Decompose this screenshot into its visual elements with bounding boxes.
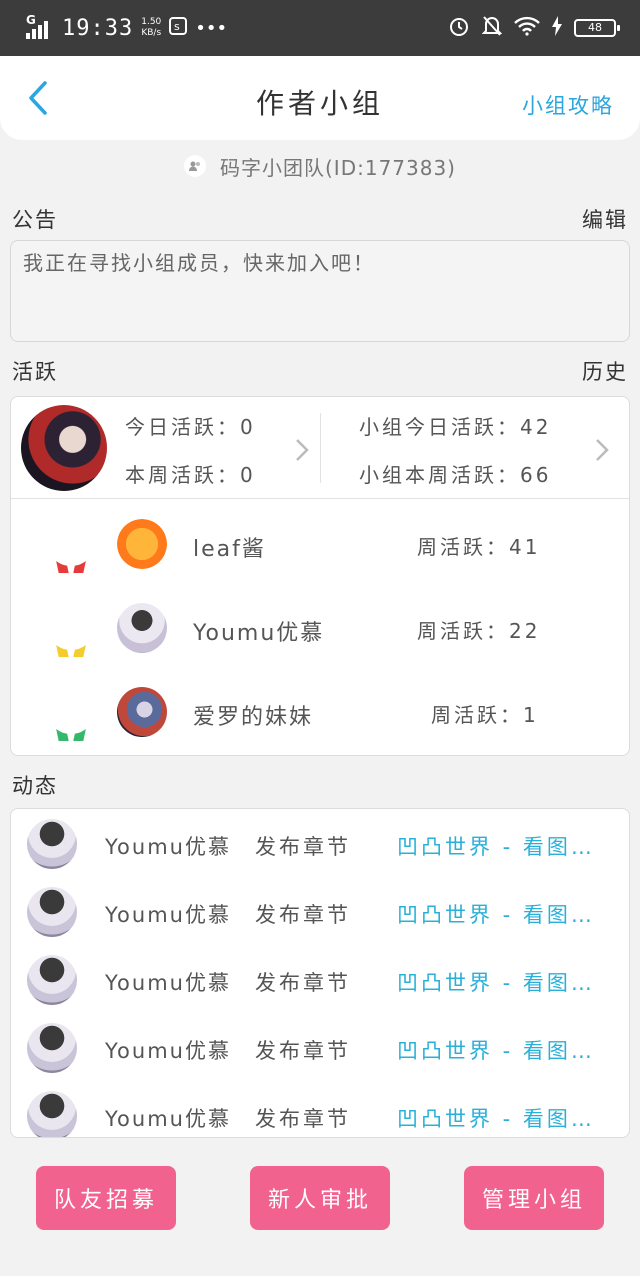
edit-notice-button[interactable]: 编辑	[582, 204, 628, 234]
avatar	[117, 687, 167, 737]
team-name: 码字小团队(ID:177383)	[220, 155, 456, 180]
feed-item[interactable]: Youmu优慕 发布章节 凹凸世界 - 看图…	[11, 1083, 629, 1137]
team-icon	[184, 155, 206, 177]
app-header: 作者小组 小组攻略	[0, 56, 640, 140]
team-info: 码字小团队(ID:177383)	[0, 152, 640, 180]
feed-item[interactable]: Youmu优慕 发布章节 凹凸世界 - 看图…	[11, 1015, 629, 1083]
avatar	[27, 819, 77, 869]
clock: 19:33	[62, 15, 134, 41]
activity-card: 今日活跃：0 本周活跃：0 小组今日活跃：42 小组本周活跃：66 1 leaf…	[10, 396, 630, 756]
mute-icon	[481, 15, 503, 42]
ranking-row-2[interactable]: 2 Youmu优慕 周活跃：22	[11, 599, 629, 659]
activity-label: 活跃	[12, 360, 58, 384]
member-weekly-activity: 周活跃：41	[417, 535, 541, 559]
rank-number: 3	[64, 694, 78, 719]
member-name: leaf酱	[193, 537, 266, 562]
notice-text: 我正在寻找小组成员，快来加入吧！	[10, 240, 630, 342]
medal-1-icon: 1	[49, 519, 93, 575]
more-notifications-icon: •••	[195, 17, 228, 39]
my-week-activity: 本周活跃：0	[125, 463, 256, 487]
status-right: 48	[448, 12, 620, 44]
feed-label: 动态	[12, 774, 58, 798]
net-speed: 1.50 KB/s	[141, 17, 161, 39]
medal-3-icon: 3	[49, 687, 93, 743]
notification-app-icon: s	[169, 16, 188, 40]
battery-icon: 48	[574, 19, 620, 37]
feed-user: Youmu优慕	[105, 1107, 231, 1131]
feed-chapter-link[interactable]: 凹凸世界 - 看图…	[397, 899, 595, 929]
charging-icon	[552, 15, 562, 41]
feed-user: Youmu优慕	[105, 1039, 231, 1063]
feed-chapter-link[interactable]: 凹凸世界 - 看图…	[397, 831, 595, 861]
group-week-activity: 小组本周活跃：66	[359, 463, 552, 487]
notice-label: 公告	[12, 208, 58, 232]
member-name: Youmu优慕	[193, 621, 325, 646]
avatar	[27, 955, 77, 1005]
feed-item[interactable]: Youmu优慕 发布章节 凹凸世界 - 看图…	[11, 947, 629, 1015]
rank-number: 1	[64, 526, 78, 551]
avatar	[117, 519, 167, 569]
feed-action: 发布章节	[255, 903, 351, 927]
member-weekly-activity: 周活跃：1	[431, 703, 539, 727]
feed-chapter-link[interactable]: 凹凸世界 - 看图…	[397, 1035, 595, 1065]
avatar	[117, 603, 167, 653]
divider	[320, 413, 321, 483]
approve-button[interactable]: 新人审批	[250, 1166, 390, 1230]
network-type: G	[26, 13, 36, 27]
member-name: 爱罗的妹妹	[193, 705, 314, 730]
ranking-row-3[interactable]: 3 爱罗的妹妹 周活跃：1	[11, 683, 629, 743]
battery-level: 48	[588, 21, 602, 34]
avatar	[27, 1023, 77, 1073]
feed-action: 发布章节	[255, 1039, 351, 1063]
net-speed-value: 1.50	[141, 17, 162, 27]
feed-chapter-link[interactable]: 凹凸世界 - 看图…	[397, 1103, 595, 1133]
feed-user: Youmu优慕	[105, 903, 231, 927]
feed-action: 发布章节	[255, 1107, 351, 1131]
recruit-button[interactable]: 队友招募	[36, 1166, 176, 1230]
group-guide-link[interactable]: 小组攻略	[522, 90, 614, 120]
activity-summary: 今日活跃：0 本周活跃：0 小组今日活跃：42 小组本周活跃：66	[11, 397, 629, 499]
avatar	[27, 887, 77, 937]
feed-action: 发布章节	[255, 971, 351, 995]
wifi-icon	[514, 16, 540, 41]
feed-list: Youmu优慕 发布章节 凹凸世界 - 看图… Youmu优慕 发布章节 凹凸世…	[10, 808, 630, 1138]
feed-user: Youmu优慕	[105, 835, 231, 859]
status-bar: G 19:33 1.50 KB/s s ••• 48	[0, 0, 640, 56]
status-left: G 19:33 1.50 KB/s s •••	[26, 12, 227, 44]
alarm-icon	[448, 15, 470, 42]
feed-action: 发布章节	[255, 835, 351, 859]
my-activity-chevron-icon[interactable]	[295, 435, 309, 470]
signal-icon: G	[26, 13, 54, 41]
history-button[interactable]: 历史	[582, 356, 628, 386]
medal-2-icon: 2	[49, 603, 93, 659]
ranking-row-1[interactable]: 1 leaf酱 周活跃：41	[11, 515, 629, 575]
svg-text:s: s	[174, 20, 180, 33]
avatar	[27, 1091, 77, 1137]
rank-number: 2	[64, 610, 78, 635]
manage-group-button[interactable]: 管理小组	[464, 1166, 604, 1230]
feed-item[interactable]: Youmu优慕 发布章节 凹凸世界 - 看图…	[11, 811, 629, 879]
member-weekly-activity: 周活跃：22	[417, 619, 541, 643]
feed-chapter-link[interactable]: 凹凸世界 - 看图…	[397, 967, 595, 997]
group-today-activity: 小组今日活跃：42	[359, 415, 552, 439]
net-speed-unit: KB/s	[141, 28, 162, 38]
group-activity-chevron-icon[interactable]	[595, 435, 609, 470]
my-today-activity: 今日活跃：0	[125, 415, 256, 439]
feed-item[interactable]: Youmu优慕 发布章节 凹凸世界 - 看图…	[11, 879, 629, 947]
feed-user: Youmu优慕	[105, 971, 231, 995]
my-avatar	[21, 405, 107, 491]
